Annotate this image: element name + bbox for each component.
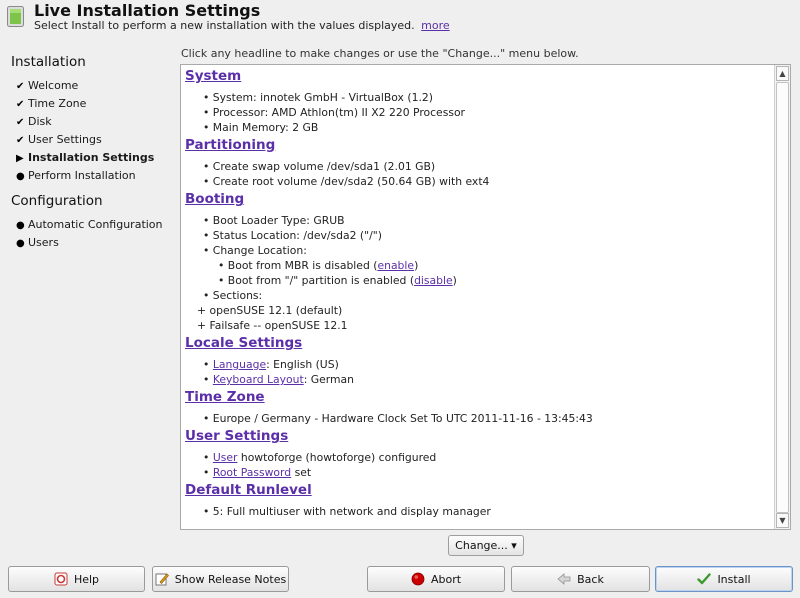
bullet-icon: ●	[16, 171, 25, 182]
back-button[interactable]: Back	[511, 566, 650, 592]
header: Live Installation Settings Select Instal…	[0, 0, 800, 38]
step-installation-settings: ▶ Installation Settings	[16, 150, 154, 166]
summary-panel: System • System: innotek GmbH - VirtualB…	[180, 64, 791, 530]
release-notes-pencil-icon	[155, 573, 169, 586]
partitioning-details: • Create swap volume /dev/sda1 (2.01 GB)…	[184, 159, 772, 189]
show-release-notes-button[interactable]: Show Release Notes	[152, 566, 289, 592]
step-perform-installation: ● Perform Installation	[16, 168, 136, 184]
user-link[interactable]: User	[213, 451, 238, 464]
language-link[interactable]: Language	[213, 358, 266, 371]
scrollbar-thumb[interactable]	[776, 82, 789, 513]
help-button[interactable]: Help	[8, 566, 145, 592]
detail-line: + Failsafe -- openSUSE 12.1	[197, 319, 348, 332]
more-link[interactable]: more	[421, 19, 450, 32]
detail-line-mbr: • Boot from MBR is disabled (enable)	[218, 259, 419, 272]
section-installation: Installation	[11, 54, 86, 70]
detail-line: • Status Location: /dev/sda2 ("/")	[203, 229, 382, 242]
summary-content: System • System: innotek GmbH - VirtualB…	[184, 66, 772, 519]
system-details: • System: innotek GmbH - VirtualBox (1.2…	[184, 90, 772, 135]
detail-line: • Create root volume /dev/sda2 (50.64 GB…	[203, 175, 490, 188]
runlevel-details: • 5: Full multiuser with network and dis…	[184, 504, 772, 519]
user-details: • User howtoforge (howtoforge) configure…	[184, 450, 772, 480]
timezone-details: • Europe / Germany - Hardware Clock Set …	[184, 411, 772, 426]
back-arrow-icon	[557, 573, 571, 585]
locale-details: • Language: English (US) • Keyboard Layo…	[184, 357, 772, 387]
detail-line: + openSUSE 12.1 (default)	[197, 304, 343, 317]
heading-partitioning[interactable]: Partitioning	[185, 136, 772, 155]
detail-line: • Processor: AMD Athlon(tm) II X2 220 Pr…	[203, 106, 465, 119]
help-lifebuoy-icon	[54, 572, 68, 586]
check-icon: ✔	[16, 117, 25, 128]
detail-line: • 5: Full multiuser with network and dis…	[203, 505, 491, 518]
check-icon: ✔	[16, 135, 25, 146]
scroll-up-icon[interactable]: ▲	[776, 66, 789, 81]
detail-line: • User howtoforge (howtoforge) configure…	[203, 451, 437, 464]
heading-time-zone[interactable]: Time Zone	[185, 388, 772, 407]
step-welcome: ✔ Welcome	[16, 78, 78, 94]
bullet-icon: ●	[16, 238, 25, 249]
section-configuration: Configuration	[11, 193, 103, 209]
detail-line: • Sections:	[203, 289, 263, 302]
detail-line: • Create swap volume /dev/sda1 (2.01 GB)	[203, 160, 436, 173]
heading-default-runlevel[interactable]: Default Runlevel	[185, 481, 772, 500]
vertical-scrollbar[interactable]: ▲ ▼	[774, 65, 790, 529]
detail-line: • Europe / Germany - Hardware Clock Set …	[203, 412, 593, 425]
detail-line-partition: • Boot from "/" partition is enabled (di…	[218, 274, 457, 287]
install-button[interactable]: Install	[655, 566, 793, 592]
detail-line: • Keyboard Layout: German	[203, 373, 355, 386]
check-icon: ✔	[16, 81, 25, 92]
step-user-settings: ✔ User Settings	[16, 132, 102, 148]
detail-line: • Root Password set	[203, 466, 312, 479]
sidebar: Installation ✔ Welcome ✔ Time Zone ✔ Disk ✔…	[0, 48, 172, 558]
booting-details: • Boot Loader Type: GRUB • Status Locati…	[184, 213, 772, 333]
check-icon: ✔	[16, 99, 25, 110]
subtitle-text: Select Install to perform a new installa…	[34, 19, 415, 32]
instruction-hint: Click any headline to make changes or us…	[181, 47, 579, 60]
current-arrow-icon: ▶	[16, 153, 24, 164]
detail-line: • Language: English (US)	[203, 358, 339, 371]
page-subtitle: Select Install to perform a new installa…	[34, 19, 450, 32]
page-title: Live Installation Settings	[34, 1, 261, 20]
detail-line: • Main Memory: 2 GB	[203, 121, 319, 134]
heading-booting[interactable]: Booting	[185, 190, 772, 209]
installer-disk-icon	[7, 6, 24, 27]
chevron-down-icon: ▾	[511, 539, 517, 552]
step-automatic-configuration: ● Automatic Configuration	[16, 217, 163, 233]
bullet-icon: ●	[16, 220, 25, 231]
heading-user-settings[interactable]: User Settings	[185, 427, 772, 446]
root-password-link[interactable]: Root Password	[213, 466, 291, 479]
heading-locale-settings[interactable]: Locale Settings	[185, 334, 772, 353]
change-menu-button[interactable]: Change... ▾	[448, 535, 524, 556]
step-users: ● Users	[16, 235, 59, 251]
install-check-icon	[697, 573, 712, 585]
enable-mbr-link[interactable]: enable	[377, 259, 414, 272]
detail-line: • Boot Loader Type: GRUB	[203, 214, 345, 227]
heading-system[interactable]: System	[185, 67, 772, 86]
keyboard-layout-link[interactable]: Keyboard Layout	[213, 373, 304, 386]
detail-line: • Change Location:	[203, 244, 307, 257]
step-time-zone: ✔ Time Zone	[16, 96, 86, 112]
disable-partition-link[interactable]: disable	[414, 274, 453, 287]
step-disk: ✔ Disk	[16, 114, 52, 130]
abort-stop-icon	[411, 572, 425, 586]
scroll-down-icon[interactable]: ▼	[776, 513, 789, 528]
detail-line: • System: innotek GmbH - VirtualBox (1.2…	[203, 91, 433, 104]
abort-button[interactable]: Abort	[367, 566, 505, 592]
